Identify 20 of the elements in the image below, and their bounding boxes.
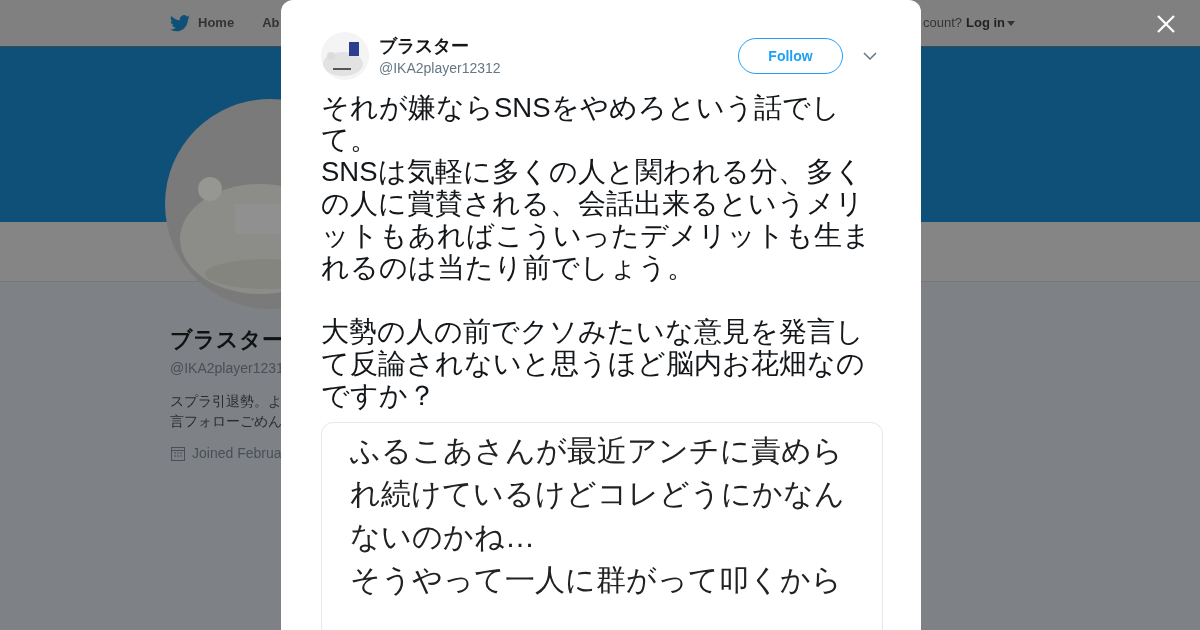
image-text-line: れ続けているけどコレどうにかなん [350, 476, 846, 512]
profile-bio-line: スプラ引退勢。よ [170, 392, 282, 411]
tweet-text: SNSは気軽に多くの人と関われる分、多くの人に賞賛される、会話出来るというメリットもあればこういったデメリットも生まれるのは当たり前でしょう。 [321, 156, 872, 284]
author-handle[interactable]: @IKA2player12312 [379, 57, 501, 79]
nav-link[interactable]: Home [198, 13, 235, 33]
caret-icon[interactable] [1007, 20, 1015, 26]
chevron-down-icon[interactable] [863, 52, 877, 60]
close-icon[interactable] [1157, 15, 1175, 33]
profile-bio-line: 言フォローごめん [170, 412, 282, 431]
bird-icon[interactable] [170, 14, 190, 32]
calendar-icon [170, 445, 186, 462]
image-text-line: ふるこあさんが最近アンチに責めら [350, 433, 844, 469]
nav-link[interactable]: Ab [262, 13, 280, 33]
tweet-text: それが嫌ならSNSをやめろという話でして。 [321, 92, 841, 156]
author-name[interactable]: ブラスター [379, 33, 501, 58]
image-text-line: ないのかね… [350, 519, 536, 555]
login-link[interactable]: Log in [966, 13, 1015, 33]
tweet-text: 大勢の人の前でクソみたいな意見を発言して反論されないと思うほど脳内お花畑なのですか？ [321, 316, 866, 412]
account-prompt: count? [922, 14, 962, 33]
image-text-line: そうやって一人に群がって叩くから [350, 562, 843, 598]
